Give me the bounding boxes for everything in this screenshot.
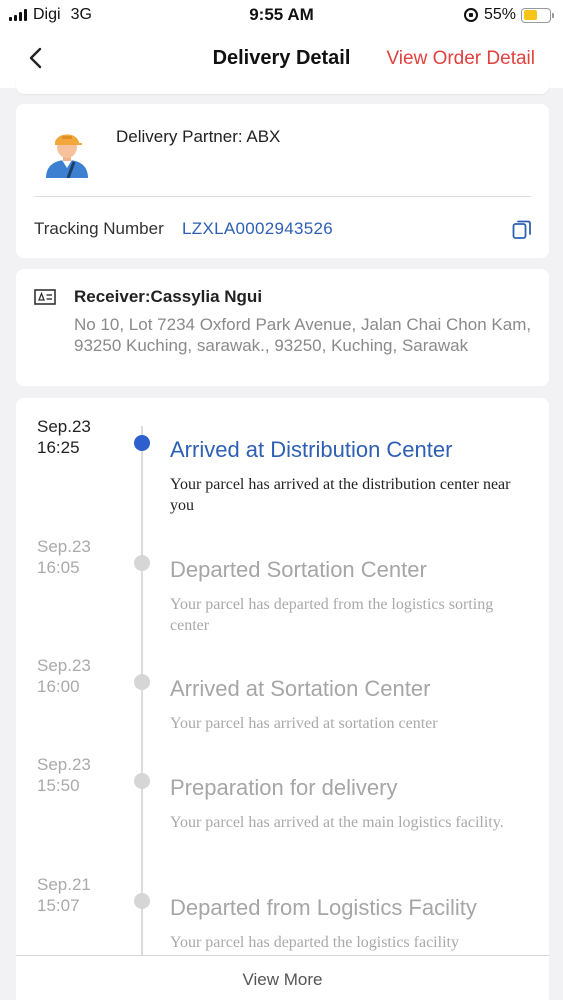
id-card-icon <box>34 289 56 305</box>
event-dot <box>134 435 150 451</box>
back-chevron-icon <box>29 47 42 69</box>
status-right: 55% <box>463 6 554 24</box>
tracking-number-label: Tracking Number <box>34 219 164 238</box>
event-datetime: Sep.23 15:50 <box>37 755 91 795</box>
tracking-timeline-card: Sep.23 16:25 Arrived at Distribution Cent… <box>16 398 549 1000</box>
event-title: Arrived at Sortation Center <box>170 676 431 701</box>
event-title: Departed Sortation Center <box>170 557 427 582</box>
event-dot <box>134 555 150 571</box>
event-description: Your parcel has arrived at the main logi… <box>170 814 504 831</box>
event-dot <box>134 893 150 909</box>
event-title: Departed from Logistics Facility <box>170 895 477 920</box>
event-description: Your parcel has arrived at sortation cen… <box>170 715 438 732</box>
event-title: Arrived at Distribution Center <box>170 437 453 462</box>
event-datetime: Sep.23 16:00 <box>37 656 91 696</box>
battery-fill <box>523 10 538 20</box>
event-title: Preparation for delivery <box>170 775 398 800</box>
receiver-card: Receiver:Cassylia Ngui No 10, Lot 7234 O… <box>16 269 549 386</box>
divider <box>34 196 531 197</box>
copy-tracking-button[interactable] <box>511 218 533 240</box>
battery-icon <box>521 7 554 23</box>
screen-rotation-lock-icon <box>463 8 478 22</box>
event-dot <box>134 674 150 690</box>
event-description: Your parcel has departed from the logist… <box>170 596 494 634</box>
event-datetime: Sep.21 15:07 <box>37 875 91 915</box>
battery-percent: 55% <box>483 6 516 23</box>
event-datetime: Sep.23 16:05 <box>37 537 91 577</box>
status-bar: Digi 3G 9:55 AM 55% <box>0 0 563 30</box>
receiver-address: No 10, Lot 7234 Oxford Park Avenue, Jala… <box>74 315 532 355</box>
event-description: Your parcel has arrived at the distribut… <box>170 476 511 514</box>
back-button[interactable] <box>22 44 50 72</box>
view-more-button[interactable]: View More <box>16 955 549 1000</box>
event-datetime: Sep.23 16:25 <box>37 417 91 457</box>
event-dot <box>134 773 150 789</box>
previous-card-edge <box>16 80 549 94</box>
view-order-detail-link[interactable]: View Order Detail <box>386 48 535 70</box>
courier-avatar-icon <box>40 124 94 179</box>
event-description: Your parcel has departed the logistics f… <box>170 934 459 951</box>
timeline-line <box>141 426 143 956</box>
delivery-partner-name: Delivery Partner: ABX <box>116 127 281 146</box>
receiver-name: Receiver:Cassylia Ngui <box>74 287 263 306</box>
copy-icon <box>512 220 531 239</box>
delivery-partner-card: Delivery Partner: ABX Tracking Number LZ… <box>16 104 549 258</box>
tracking-number-value[interactable]: LZXLA0002943526 <box>182 219 333 239</box>
